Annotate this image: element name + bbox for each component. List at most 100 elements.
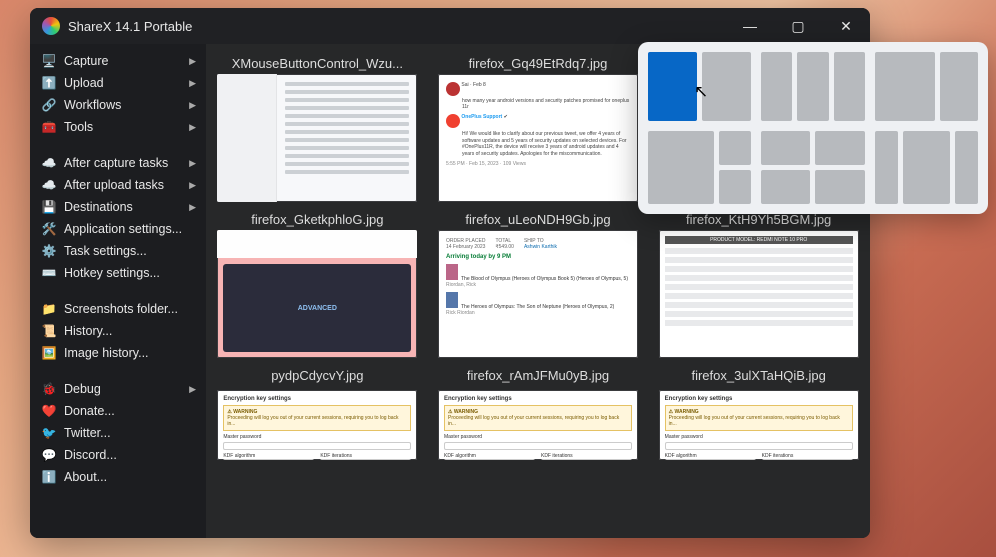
chevron-right-icon: ▶ <box>189 158 196 169</box>
sidebar-item-tools[interactable]: 🧰 Tools ▶ <box>34 116 202 138</box>
snap-cell[interactable] <box>875 52 936 121</box>
minimize-button[interactable]: — <box>726 8 774 44</box>
sidebar-item-icon: ❤️ <box>40 404 58 418</box>
sidebar-item-icon: 🖥️ <box>40 54 58 68</box>
sidebar-item-debug[interactable]: 🐞 Debug ▶ <box>34 378 202 400</box>
sidebar-item-icon: 💾 <box>40 200 58 214</box>
sidebar-item-icon: 📜 <box>40 324 58 338</box>
chevron-right-icon: ▶ <box>189 78 196 89</box>
snap-layouts-popup[interactable]: ↖ <box>638 42 988 214</box>
thumbnail-filename: pydpCdycvY.jpg <box>210 364 425 386</box>
sidebar-item-label: Application settings... <box>64 222 182 236</box>
chevron-right-icon: ▶ <box>189 56 196 67</box>
sidebar-item-destinations[interactable]: 💾Destinations▶ <box>34 196 202 218</box>
sidebar-item-capture[interactable]: 🖥️ Capture ▶ <box>34 50 202 72</box>
snap-cell[interactable] <box>815 131 864 165</box>
sidebar-item-icon: ☁️ <box>40 178 58 192</box>
thumbnail-filename: firefox_GketkphloG.jpg <box>210 208 425 230</box>
sidebar-item-after-capture-tasks[interactable]: ☁️After capture tasks▶ <box>34 152 202 174</box>
sidebar-item-label: Discord... <box>64 448 117 462</box>
snap-cell[interactable] <box>761 52 792 121</box>
sidebar-item-hotkey-settings[interactable]: ⌨️ Hotkey settings... <box>34 262 202 284</box>
sidebar-item-upload[interactable]: ⬆️ Upload ▶ <box>34 72 202 94</box>
chevron-right-icon: ▶ <box>189 100 196 111</box>
snap-cell[interactable] <box>719 170 752 204</box>
chevron-right-icon: ▶ <box>189 122 196 133</box>
sidebar-item-label: Tools <box>64 120 93 134</box>
snap-cell[interactable] <box>955 131 978 205</box>
sidebar-item-icon: 🧰 <box>40 120 58 134</box>
sidebar-item-icon: 🐦 <box>40 426 58 440</box>
sidebar-item-donate[interactable]: ❤️ Donate... <box>34 400 202 422</box>
snap-layout-1[interactable]: ↖ <box>648 52 751 121</box>
sidebar-item-label: Image history... <box>64 346 149 360</box>
snap-cell[interactable] <box>940 52 978 121</box>
sharex-logo-icon <box>42 17 60 35</box>
chevron-right-icon: ▶ <box>189 180 196 191</box>
snap-cell[interactable] <box>648 131 714 205</box>
sidebar-item-icon: 🔗 <box>40 98 58 112</box>
sidebar-item-icon: 🖼️ <box>40 346 58 360</box>
sidebar-item-label: Debug <box>64 382 101 396</box>
snap-cell[interactable] <box>903 131 950 205</box>
sidebar-item-icon: ⌨️ <box>40 266 58 280</box>
thumbnail-item[interactable]: firefox_GketkphloG.jpgADVANCED <box>210 208 425 358</box>
thumbnail-filename: firefox_3ulXTaHQiB.jpg <box>651 364 866 386</box>
sidebar-item-label: About... <box>64 470 107 484</box>
sidebar-item-icon: 📁 <box>40 302 58 316</box>
snap-cell[interactable] <box>702 52 751 121</box>
snap-cell[interactable] <box>875 131 898 205</box>
sidebar-item-task-settings[interactable]: ⚙️ Task settings... <box>34 240 202 262</box>
thumbnail-filename: firefox_rAmJFMu0yB.jpg <box>431 364 646 386</box>
snap-cell[interactable] <box>719 131 752 165</box>
sidebar-item-twitter[interactable]: 🐦Twitter... <box>34 422 202 444</box>
sidebar-item-about[interactable]: ℹ️ About... <box>34 466 202 488</box>
thumbnail-item[interactable]: firefox_KtH9Yh5BGM.jpgPRODUCT MODEL: RED… <box>651 208 866 358</box>
snap-layout-3[interactable] <box>875 52 978 121</box>
snap-layout-2[interactable] <box>761 52 864 121</box>
sidebar-item-label: Screenshots folder... <box>64 302 178 316</box>
thumbnail-item[interactable]: XMouseButtonControl_Wzu... <box>210 52 425 202</box>
sidebar-item-label: Hotkey settings... <box>64 266 160 280</box>
snap-cell[interactable] <box>648 52 697 121</box>
maximize-button[interactable]: ▢ <box>774 8 822 44</box>
chevron-right-icon: ▶ <box>189 202 196 213</box>
snap-cell[interactable] <box>761 170 810 204</box>
snap-cell[interactable] <box>797 52 828 121</box>
snap-layout-4[interactable] <box>648 131 751 205</box>
thumbnail-item[interactable]: pydpCdycvY.jpgEncryption key settings⚠ W… <box>210 364 425 460</box>
chevron-right-icon: ▶ <box>189 384 196 395</box>
sidebar-item-label: Capture <box>64 54 108 68</box>
snap-cell[interactable] <box>815 170 864 204</box>
sidebar: 🖥️Capture▶⬆️Upload▶🔗Workflows▶🧰Tools▶☁️A… <box>30 44 206 538</box>
sidebar-item-after-upload-tasks[interactable]: ☁️ After upload tasks ▶ <box>34 174 202 196</box>
snap-layout-6[interactable] <box>875 131 978 205</box>
snap-cell[interactable] <box>761 131 810 165</box>
sidebar-item-screenshots-folder[interactable]: 📁 Screenshots folder... <box>34 298 202 320</box>
snap-cell[interactable] <box>834 52 865 121</box>
sidebar-item-label: Task settings... <box>64 244 147 258</box>
sidebar-item-label: Workflows <box>64 98 121 112</box>
sidebar-item-icon: ⚙️ <box>40 244 58 258</box>
snap-layout-5[interactable] <box>761 131 864 205</box>
sidebar-item-label: Upload <box>64 76 104 90</box>
close-button[interactable]: ✕ <box>822 8 870 44</box>
sidebar-item-workflows[interactable]: 🔗 Workflows ▶ <box>34 94 202 116</box>
sidebar-item-icon: 🐞 <box>40 382 58 396</box>
sidebar-item-icon: 🛠️ <box>40 222 58 236</box>
window-title: ShareX 14.1 Portable <box>68 19 192 34</box>
sidebar-item-label: Donate... <box>64 404 115 418</box>
thumbnail-item[interactable]: firefox_uLeoNDH9Gb.jpgORDER PLACED14 Feb… <box>431 208 646 358</box>
sidebar-item-history[interactable]: 📜History... <box>34 320 202 342</box>
thumbnail-filename: firefox_uLeoNDH9Gb.jpg <box>431 208 646 230</box>
sidebar-item-label: After upload tasks <box>64 178 164 192</box>
titlebar[interactable]: ShareX 14.1 Portable — ▢ ✕ <box>30 8 870 44</box>
sidebar-item-icon: ℹ️ <box>40 470 58 484</box>
thumbnail-item[interactable]: firefox_3ulXTaHQiB.jpgEncryption key set… <box>651 364 866 460</box>
sidebar-item-image-history[interactable]: 🖼️ Image history... <box>34 342 202 364</box>
thumbnail-item[interactable]: firefox_rAmJFMu0yB.jpgEncryption key set… <box>431 364 646 460</box>
sidebar-item-discord[interactable]: 💬Discord... <box>34 444 202 466</box>
sidebar-item-icon: ⬆️ <box>40 76 58 90</box>
sidebar-item-application-settings[interactable]: 🛠️ Application settings... <box>34 218 202 240</box>
thumbnail-item[interactable]: firefox_Gq49EtRdq7.jpg Sai · Feb 8how ma… <box>431 52 646 202</box>
